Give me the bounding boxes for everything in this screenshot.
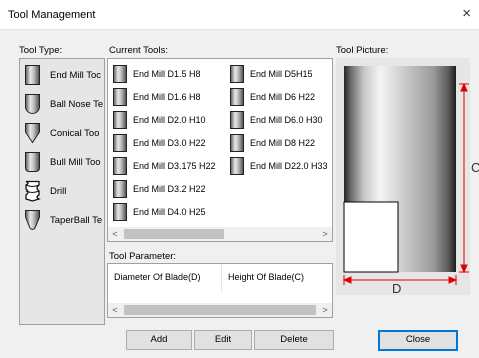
list-item-label: End Mill D6.0 H30 [250,115,323,125]
end-mill-icon [230,157,244,175]
tool-type-label-text: End Mill Toc [50,70,102,81]
end-mill-icon [230,65,244,83]
end-mill-icon [113,180,127,198]
tool-type-label-text: Ball Nose Te [50,99,104,110]
delete-button[interactable]: Delete [254,330,334,350]
add-button[interactable]: Add [126,330,192,350]
tool-type-end-mill[interactable]: End Mill Toc [20,61,104,90]
dimension-c-line [459,82,469,274]
list-item-label: End Mill D4.0 H25 [133,207,206,217]
column-header-diameter: Diameter Of Blade(D) [114,272,201,282]
tool-type-bull-mill[interactable]: Bull Mill Too [20,148,104,177]
drill-icon [25,180,41,202]
scroll-left-arrow[interactable]: < [108,303,122,317]
end-mill-icon [113,88,127,106]
tool-picture: D [336,58,470,296]
close-icon[interactable]: × [462,6,471,22]
dimension-c-label: C [471,160,479,175]
tool-tip-region [343,201,399,273]
bull-mill-icon [25,152,40,172]
list-item-label: End Mill D2.0 H10 [133,115,206,125]
column-divider [221,264,222,292]
list-item-label: End Mill D22.0 H33 [250,161,328,171]
end-mill-icon [230,134,244,152]
end-mill-icon [25,65,40,85]
tool-type-ball-nose[interactable]: Ball Nose Te [20,90,104,119]
tool-parameter-scrollbar[interactable]: < > [108,303,332,317]
list-item-label: End Mill D1.5 H8 [133,69,201,79]
ball-nose-icon [25,94,40,114]
edit-button[interactable]: Edit [194,330,252,350]
current-tools-list[interactable]: End Mill D1.5 H8 End Mill D1.6 H8 End Mi… [107,58,333,242]
list-item-label: End Mill D8 H22 [250,138,316,148]
scroll-left-arrow[interactable]: < [108,227,122,241]
current-tools-label: Current Tools: [109,45,168,56]
dimension-d-label: D [392,281,402,296]
list-item-label: End Mill D3.0 H22 [133,138,206,148]
close-button[interactable]: Close [378,330,458,351]
title-bar: Tool Management × [0,0,479,30]
tool-type-taper-ball[interactable]: TaperBall Te [20,206,104,235]
tool-type-conical[interactable]: Conical Too [20,119,104,148]
end-mill-icon [230,111,244,129]
current-tools-scrollbar[interactable]: < > [108,227,332,241]
scrollbar-thumb[interactable] [124,305,316,315]
tool-type-list[interactable]: End Mill Toc Ball Nose Te Conical Too Bu… [19,58,105,325]
end-mill-icon [113,134,127,152]
tool-picture-label: Tool Picture: [336,45,389,56]
scroll-right-arrow[interactable]: > [318,227,332,241]
list-item-label: End Mill D6 H22 [250,92,316,102]
window-title: Tool Management [8,9,96,21]
list-item-label: End Mill D3.175 H22 [133,161,216,171]
tool-type-label-text: Conical Too [50,128,100,139]
close-button-label: Close [379,331,457,350]
end-mill-icon [113,65,127,83]
taper-ball-icon [25,210,40,230]
column-header-height: Height Of Blade(C) [228,272,305,282]
tool-type-label: Tool Type: [19,45,63,56]
tool-drawing [342,66,469,285]
end-mill-icon [113,203,127,221]
scroll-right-arrow[interactable]: > [318,303,332,317]
list-item-label: End Mill D3.2 H22 [133,184,206,194]
conical-icon [25,123,40,144]
list-item-label: End Mill D1.6 H8 [133,92,201,102]
end-mill-icon [113,157,127,175]
end-mill-icon [230,88,244,106]
tool-parameter-label: Tool Parameter: [109,251,177,262]
list-item-label: End Mill D5H15 [250,69,313,79]
scrollbar-thumb[interactable] [124,229,224,239]
tool-type-label-text: Drill [50,186,67,197]
tool-type-drill[interactable]: Drill [20,177,104,206]
end-mill-icon [113,111,127,129]
tool-parameter-table[interactable]: Diameter Of Blade(D) Height Of Blade(C) … [107,263,333,318]
tool-type-label-text: Bull Mill Too [50,157,101,168]
tool-type-label-text: TaperBall Te [50,215,103,226]
